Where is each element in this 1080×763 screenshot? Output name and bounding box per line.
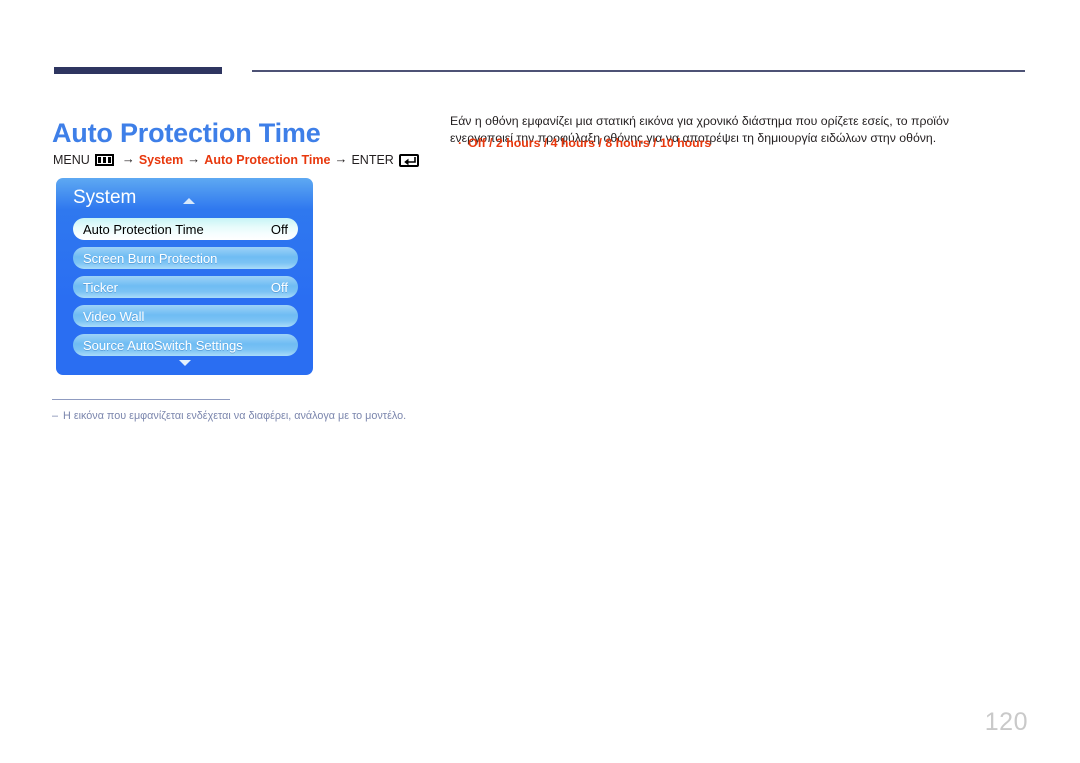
- menu-path-enter-label: ENTER: [351, 153, 394, 167]
- footnote-text: Η εικόνα που εμφανίζεται ενδέχεται να δι…: [63, 410, 407, 422]
- osd-row-label: Source AutoSwitch Settings: [83, 337, 243, 353]
- osd-row-label: Ticker: [83, 279, 118, 295]
- osd-row-label: Auto Protection Time: [83, 221, 204, 237]
- page-title: Auto Protection Time: [52, 118, 321, 149]
- footnote-note: ‒ Η εικόνα που εμφανίζεται ενδέχεται να δ…: [52, 409, 652, 424]
- osd-row-auto-protection-time[interactable]: Auto Protection Time Off: [73, 218, 298, 240]
- osd-row-label: Screen Burn Protection: [83, 250, 218, 266]
- menu-path-menu-label: MENU: [53, 153, 90, 167]
- header-accent-bar: [54, 67, 222, 74]
- options-values: Off / 2 hours / 4 hours / 8 hours / 10 h…: [468, 136, 712, 150]
- caret-up-icon[interactable]: [183, 198, 195, 204]
- menu-path-step-feature[interactable]: Auto Protection Time: [204, 152, 330, 168]
- footnote-divider: [52, 399, 230, 400]
- osd-row-label: Video Wall: [83, 308, 145, 324]
- bullet-icon: ·: [458, 136, 463, 150]
- menu-grid-icon: [94, 154, 114, 166]
- osd-header: System: [56, 186, 313, 216]
- header-horizontal-rule: [252, 70, 1025, 72]
- page-number: 120: [984, 708, 1028, 736]
- osd-menu-panel[interactable]: System Auto Protection Time Off Screen B…: [56, 178, 313, 375]
- osd-row-source-autoswitch-settings[interactable]: Source AutoSwitch Settings: [73, 334, 298, 356]
- options-list-item: · Off / 2 hours / 4 hours / 8 hours / 10 …: [450, 135, 1002, 151]
- osd-row-ticker[interactable]: Ticker Off: [73, 276, 298, 298]
- path-arrow-3: →: [334, 150, 348, 166]
- footnote-dash: ‒: [52, 410, 59, 422]
- osd-row-value: Off: [270, 221, 288, 237]
- enter-return-icon: [398, 153, 419, 167]
- osd-row-screen-burn-protection[interactable]: Screen Burn Protection: [73, 247, 298, 269]
- osd-title: System: [73, 187, 137, 208]
- menu-path-breadcrumb: MENU → System → Auto Protection Time → E…: [53, 152, 419, 168]
- osd-row-value: Off: [270, 279, 288, 295]
- osd-row-video-wall[interactable]: Video Wall: [73, 305, 298, 327]
- path-arrow-1: →: [121, 150, 135, 166]
- caret-down-icon[interactable]: [178, 360, 191, 366]
- path-arrow-2: →: [187, 150, 201, 166]
- menu-path-step-system[interactable]: System: [139, 152, 183, 168]
